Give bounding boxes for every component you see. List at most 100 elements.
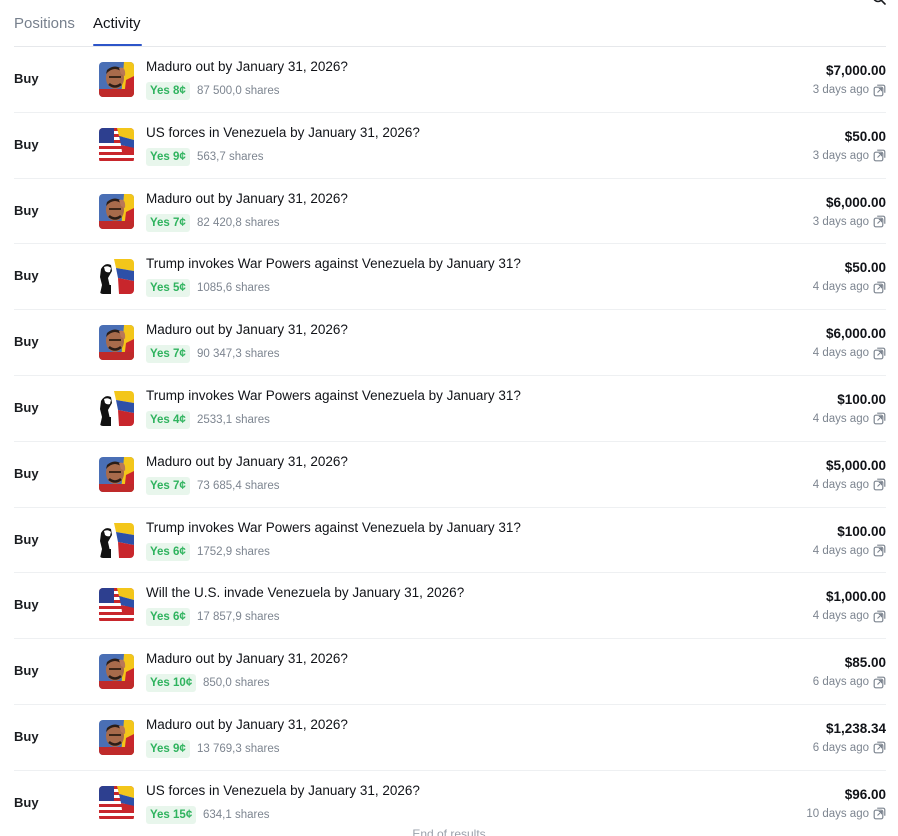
market-thumbnail[interactable] — [99, 522, 134, 558]
timestamp-group: 3 days ago — [813, 82, 886, 98]
market-title[interactable]: Trump invokes War Powers against Venezue… — [146, 387, 521, 404]
trade-amount: $50.00 — [844, 128, 886, 144]
market-thumbnail[interactable] — [99, 127, 134, 163]
timestamp: 4 days ago — [812, 347, 869, 360]
timestamp-group: 6 days ago — [813, 740, 886, 756]
external-link-icon[interactable] — [873, 347, 886, 360]
timestamp-group: 10 days ago — [806, 806, 886, 822]
outcome-badge: Yes 15¢ — [146, 805, 197, 824]
trade-amount: $100.00 — [837, 523, 886, 539]
external-link-icon[interactable] — [873, 676, 886, 689]
external-link-icon[interactable] — [873, 544, 886, 557]
trade-amount: $7,000.00 — [825, 63, 886, 78]
activity-row: Buy US forces in Venezuela by January 31… — [14, 113, 886, 179]
timestamp-group: 4 days ago — [813, 411, 886, 427]
market-title[interactable]: Maduro out by January 31, 2026? — [146, 58, 348, 75]
market-title[interactable]: Trump invokes War Powers against Venezue… — [146, 255, 521, 272]
market-title[interactable]: US forces in Venezuela by January 31, 20… — [146, 124, 420, 141]
trade-amount: $100.00 — [837, 391, 886, 407]
shares-count: 634,1 shares — [203, 808, 270, 821]
trade-amount: $6,000.00 — [825, 326, 886, 342]
shares-count: 87 500,0 shares — [197, 85, 280, 97]
tab-activity[interactable]: Activity — [93, 14, 141, 34]
tab-bar: Positions Activity — [14, 0, 886, 47]
external-link-icon[interactable] — [873, 807, 886, 820]
shares-count: 13 769,3 shares — [197, 742, 280, 755]
timestamp-group: 4 days ago — [813, 543, 886, 559]
market-thumbnail[interactable] — [99, 62, 134, 97]
market-thumbnail[interactable] — [99, 325, 134, 361]
outcome-badge: Yes 4¢ — [146, 410, 190, 429]
market-thumbnail[interactable] — [99, 719, 134, 755]
market-thumbnail[interactable] — [99, 259, 134, 295]
activity-type: Buy — [14, 399, 39, 415]
trade-amount: $96.00 — [844, 786, 886, 802]
outcome-badge: Yes 7¢ — [146, 345, 190, 364]
trade-amount: $50.00 — [844, 260, 886, 276]
activity-type: Buy — [14, 202, 39, 218]
market-thumbnail[interactable] — [99, 456, 134, 492]
activity-row: Buy Trump invokes War Powers against Ven… — [14, 508, 886, 574]
timestamp: 6 days ago — [812, 676, 869, 689]
timestamp-group: 4 days ago — [813, 477, 886, 493]
activity-type: Buy — [14, 136, 39, 152]
external-link-icon[interactable] — [873, 478, 886, 491]
market-thumbnail[interactable] — [99, 588, 134, 624]
external-link-icon[interactable] — [873, 215, 886, 228]
timestamp-group: 4 days ago — [813, 279, 886, 295]
outcome-badge: Yes 5¢ — [146, 279, 190, 298]
shares-count: 563,7 shares — [197, 150, 264, 163]
external-link-icon[interactable] — [873, 610, 886, 623]
activity-row: Buy Maduro out by January 31, 2026? Yes … — [14, 47, 886, 113]
shares-count: 90 347,3 shares — [197, 348, 280, 361]
market-title[interactable]: Maduro out by January 31, 2026? — [146, 716, 348, 733]
market-thumbnail[interactable] — [99, 654, 134, 690]
trade-amount: $1,238.34 — [825, 720, 886, 736]
market-title[interactable]: Maduro out by January 31, 2026? — [146, 453, 348, 470]
activity-type: Buy — [14, 597, 39, 613]
timestamp: 4 days ago — [812, 412, 869, 425]
activity-row: Buy Will the U.S. invade Venezuela by Ja… — [14, 573, 886, 640]
outcome-badge: Yes 7¢ — [146, 213, 190, 232]
external-link-icon[interactable] — [873, 149, 886, 162]
activity-type: Buy — [14, 663, 39, 679]
activity-row: Buy Trump invokes War Powers against Ven… — [14, 376, 886, 442]
timestamp: 6 days ago — [812, 741, 869, 754]
outcome-badge: Yes 6¢ — [146, 542, 190, 561]
shares-count: 73 685,4 shares — [197, 479, 280, 492]
activity-type: Buy — [14, 334, 39, 350]
external-link-icon[interactable] — [873, 412, 886, 425]
trade-amount: $5,000.00 — [825, 457, 886, 473]
market-thumbnail[interactable] — [99, 193, 134, 229]
market-thumbnail[interactable] — [99, 390, 134, 426]
shares-count: 1752,9 shares — [197, 545, 270, 558]
activity-type: Buy — [14, 465, 39, 481]
timestamp: 4 days ago — [812, 281, 869, 294]
market-thumbnail[interactable] — [99, 785, 134, 821]
timestamp-group: 4 days ago — [813, 608, 886, 624]
timestamp-group: 3 days ago — [813, 148, 886, 164]
activity-type: Buy — [14, 268, 39, 284]
timestamp-group: 3 days ago — [813, 214, 886, 230]
activity-row: Buy Trump invokes War Powers against Ven… — [14, 244, 886, 311]
tab-positions[interactable]: Positions — [14, 14, 75, 34]
external-link-icon[interactable] — [873, 741, 886, 754]
shares-count: 850,0 shares — [203, 677, 270, 690]
activity-type: Buy — [14, 728, 39, 744]
outcome-badge: Yes 6¢ — [146, 608, 190, 627]
market-title[interactable]: Maduro out by January 31, 2026? — [146, 321, 348, 338]
market-title[interactable]: Will the U.S. invade Venezuela by Januar… — [146, 584, 464, 601]
external-link-icon[interactable] — [873, 281, 886, 294]
trade-amount: $85.00 — [844, 655, 886, 671]
market-title[interactable]: Trump invokes War Powers against Venezue… — [146, 519, 521, 536]
activity-type: Buy — [14, 71, 39, 86]
outcome-badge: Yes 7¢ — [146, 476, 190, 495]
activity-row: Buy Maduro out by January 31, 2026? Yes … — [14, 179, 886, 245]
trade-amount: $1,000.00 — [825, 589, 886, 605]
timestamp-group: 6 days ago — [813, 674, 886, 690]
market-title[interactable]: Maduro out by January 31, 2026? — [146, 650, 348, 667]
timestamp: 4 days ago — [812, 478, 869, 491]
market-title[interactable]: Maduro out by January 31, 2026? — [146, 190, 348, 207]
external-link-icon[interactable] — [873, 84, 886, 97]
market-title[interactable]: US forces in Venezuela by January 31, 20… — [146, 782, 420, 799]
